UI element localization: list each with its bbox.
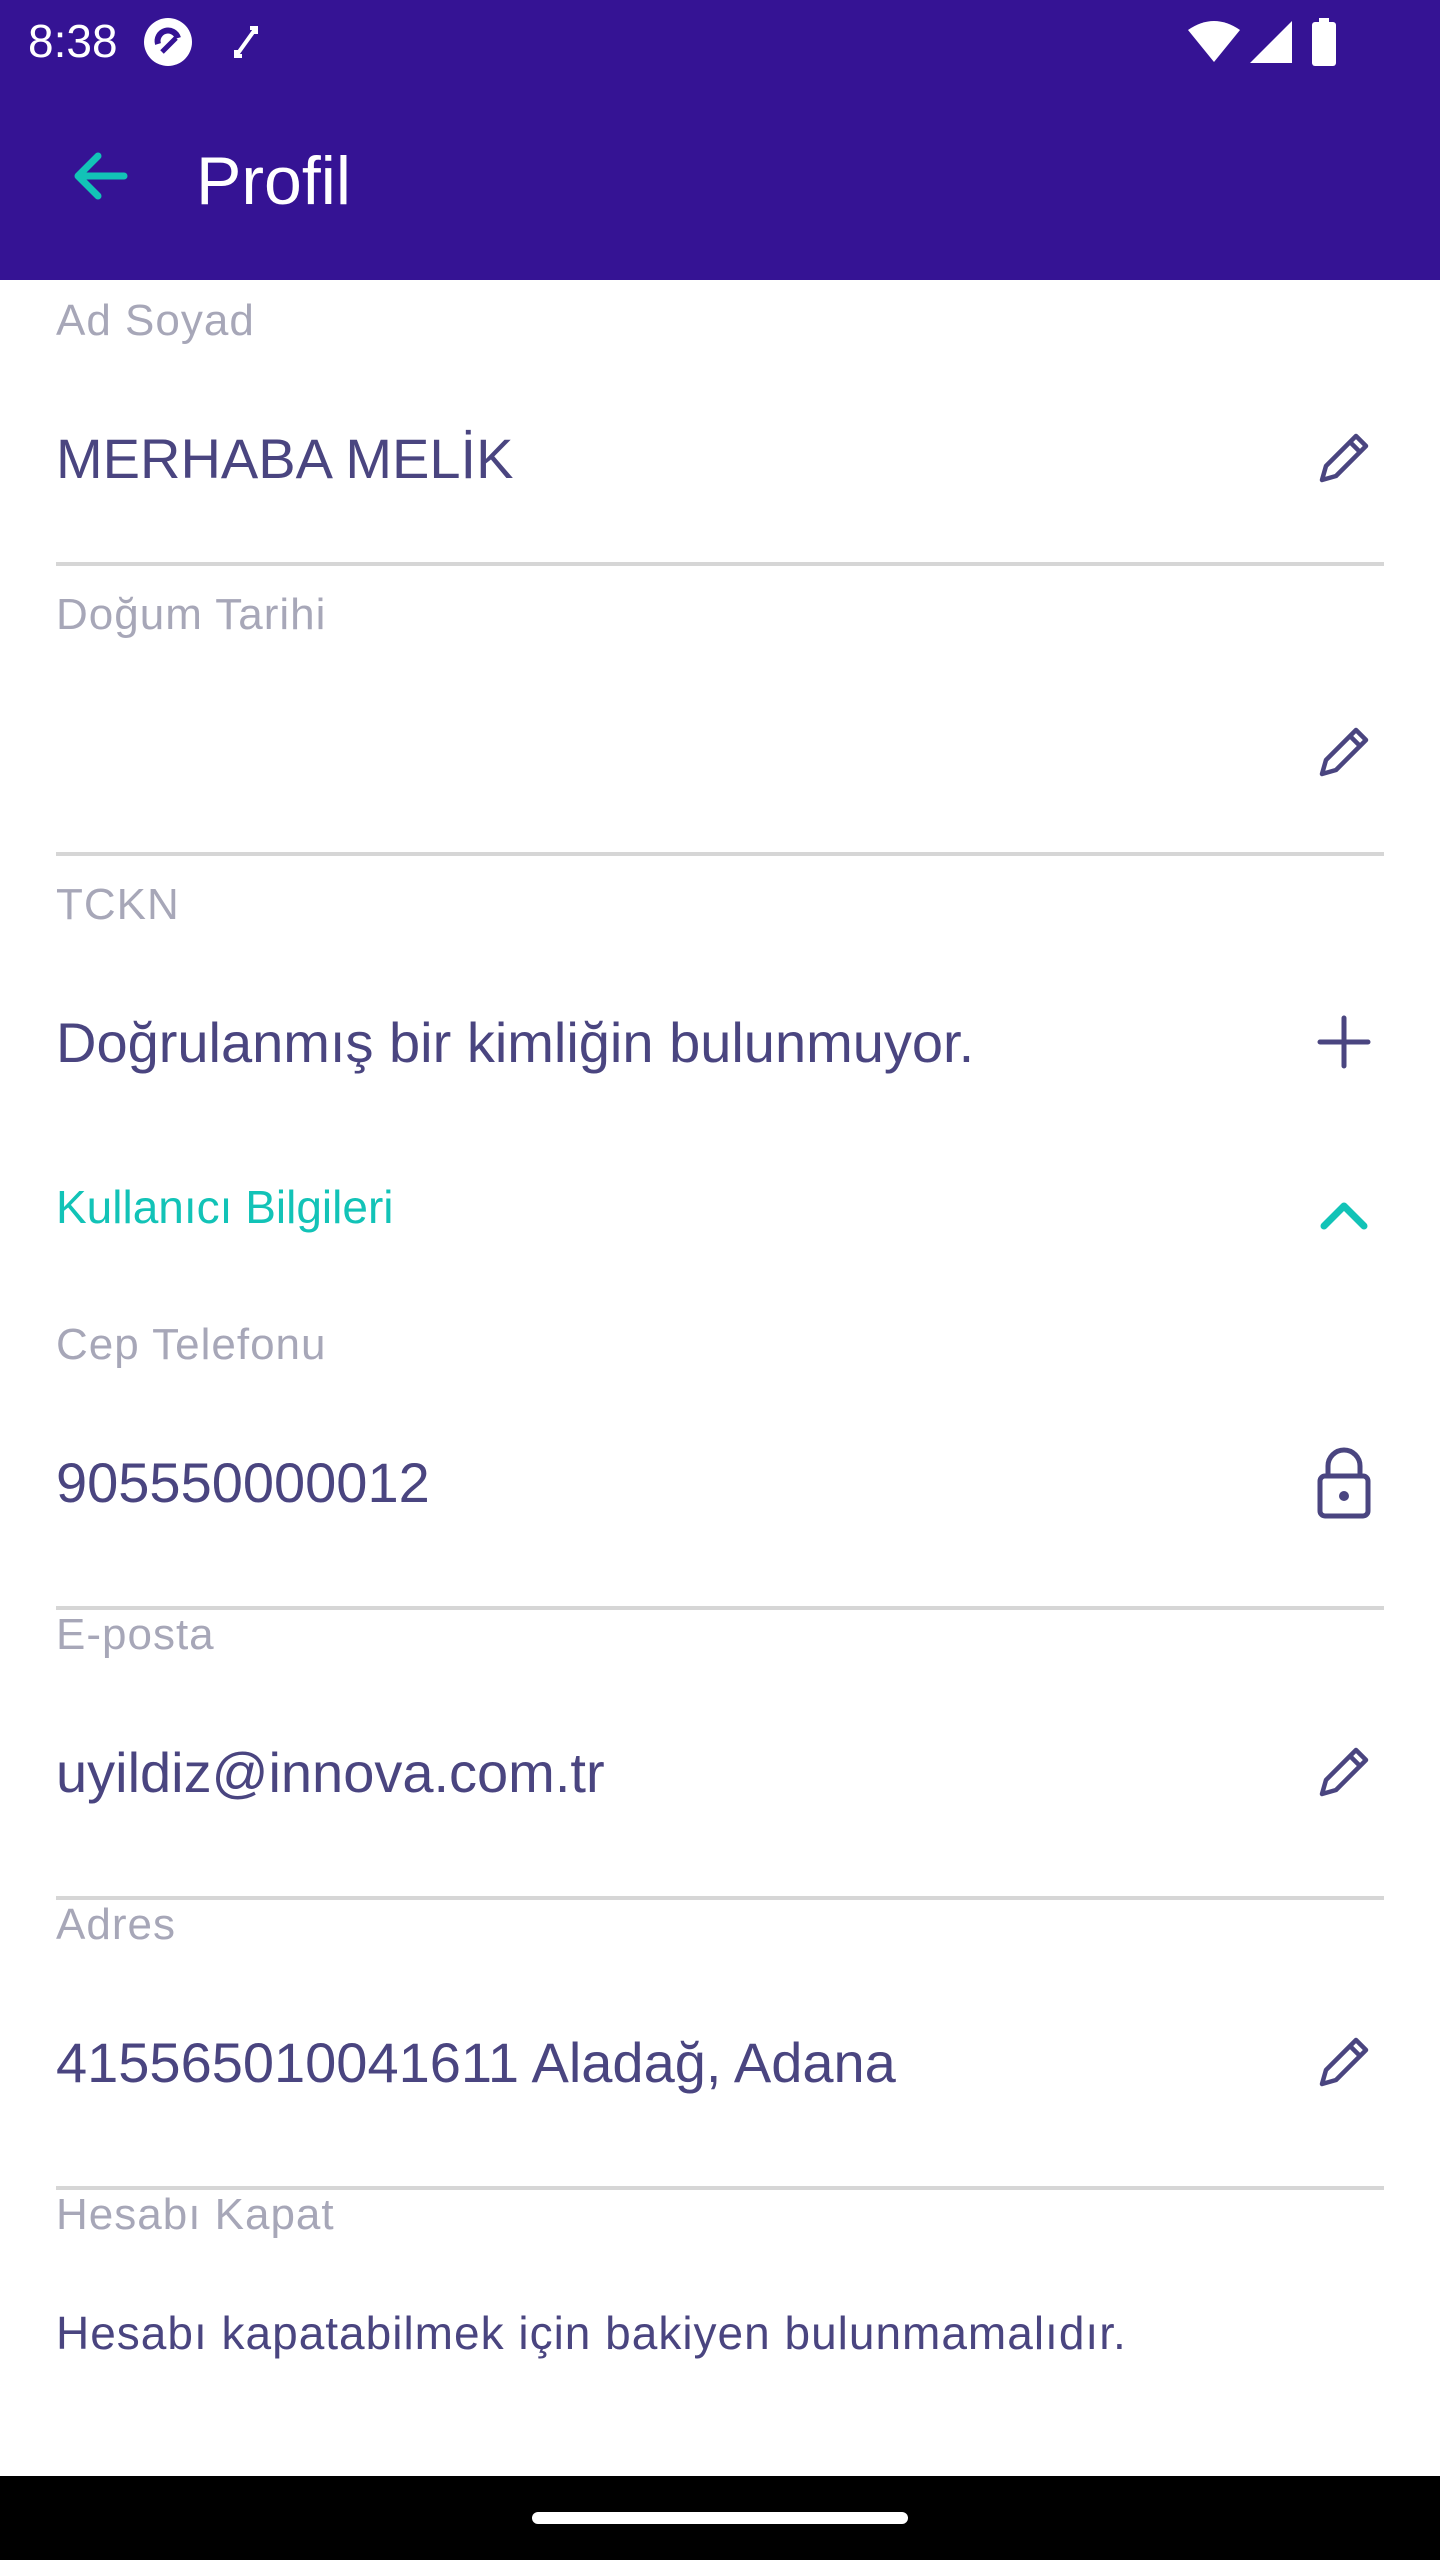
phone-value: 905550000012 — [56, 1451, 430, 1514]
edit-pencil-icon — [1319, 727, 1369, 777]
page-title: Profil — [196, 143, 351, 219]
close-account-field: Hesabı Kapat — [56, 2190, 1384, 2250]
app-bar: Profil — [0, 84, 1440, 280]
edit-pencil-icon — [1319, 2037, 1369, 2087]
battery-icon — [1310, 14, 1338, 70]
chevron-up-icon — [1320, 1202, 1368, 1230]
arrow-back-icon — [74, 152, 128, 200]
address-value: 415565010041611 Aladağ, Adana — [56, 2031, 896, 2094]
email-value: uyildiz@innova.com.tr — [56, 1741, 605, 1804]
name-field[interactable]: Ad Soyad MERHABA MELİK — [56, 296, 1384, 566]
phone-lock — [1304, 1442, 1384, 1522]
phone-field: Cep Telefonu 905550000012 — [56, 1320, 1384, 1610]
collapse-section-button[interactable] — [1304, 1176, 1384, 1256]
email-label: E-posta — [56, 1610, 215, 1659]
profile-content[interactable]: Ad Soyad MERHABA MELİK Doğum Tarihi TCKN… — [0, 280, 1440, 2476]
name-underline — [56, 562, 1384, 566]
back-button[interactable] — [52, 128, 148, 224]
wifi-icon — [1186, 14, 1242, 70]
tckn-value: Doğrulanmış bir kimliğin bulunmuyor. — [56, 1011, 975, 1074]
status-bar: 8:38 — [0, 0, 1440, 84]
name-value: MERHABA MELİK — [56, 427, 514, 490]
add-identity-button[interactable] — [1304, 1002, 1384, 1082]
signal-icon — [1248, 14, 1294, 70]
birth-date-underline — [56, 852, 1384, 856]
address-label: Adres — [56, 1900, 176, 1949]
system-nav-bar — [0, 2476, 1440, 2560]
add-plus-icon — [1317, 1015, 1371, 1069]
email-field[interactable]: E-posta uyildiz@innova.com.tr — [56, 1610, 1384, 1900]
app-notification-icon — [140, 14, 196, 70]
edit-pencil-icon — [1319, 433, 1369, 483]
tckn-label: TCKN — [56, 880, 180, 929]
birth-date-field[interactable]: Doğum Tarihi — [56, 590, 1384, 856]
status-time: 8:38 — [28, 15, 118, 67]
close-account-message: Hesabı kapatabilmek için bakiyen bulunma… — [56, 2307, 1127, 2359]
address-field[interactable]: Adres 415565010041611 Aladağ, Adana — [56, 1900, 1384, 2190]
close-account-label: Hesabı Kapat — [56, 2190, 335, 2239]
tckn-field[interactable]: TCKN Doğrulanmış bir kimliğin bulunmuyor… — [56, 880, 1384, 1100]
edit-address-button[interactable] — [1304, 2022, 1384, 2102]
name-label: Ad Soyad — [56, 296, 255, 345]
home-gesture-handle[interactable] — [532, 2512, 908, 2524]
user-info-section-header[interactable]: Kullanıcı Bilgileri — [56, 1180, 1384, 1270]
edit-pencil-icon — [1319, 1747, 1369, 1797]
phone-label: Cep Telefonu — [56, 1320, 327, 1369]
birth-date-label: Doğum Tarihi — [56, 590, 327, 639]
edit-email-button[interactable] — [1304, 1732, 1384, 1812]
edit-name-button[interactable] — [1304, 418, 1384, 498]
lock-icon — [1317, 1447, 1371, 1519]
screen-rotate-icon — [228, 14, 264, 70]
edit-birth-date-button[interactable] — [1304, 712, 1384, 792]
user-info-section-title: Kullanıcı Bilgileri — [56, 1181, 394, 1233]
